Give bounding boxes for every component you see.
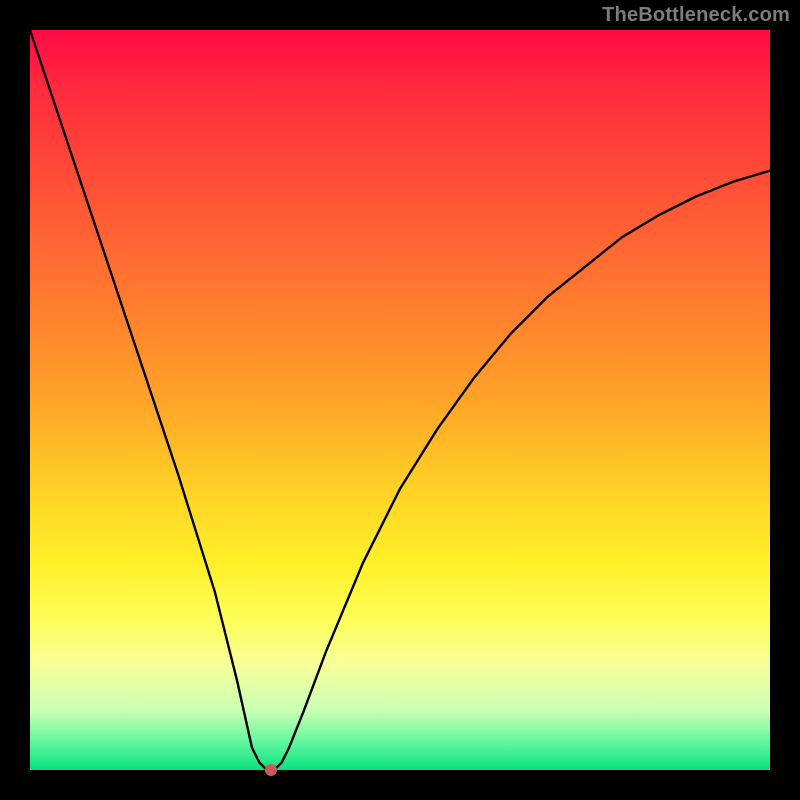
optimum-marker-dot xyxy=(265,764,277,776)
plot-area xyxy=(30,30,770,770)
watermark-text: TheBottleneck.com xyxy=(602,4,790,27)
bottleneck-curve-path xyxy=(30,30,770,770)
chart-stage: TheBottleneck.com xyxy=(0,0,800,800)
curve-svg xyxy=(30,30,770,770)
